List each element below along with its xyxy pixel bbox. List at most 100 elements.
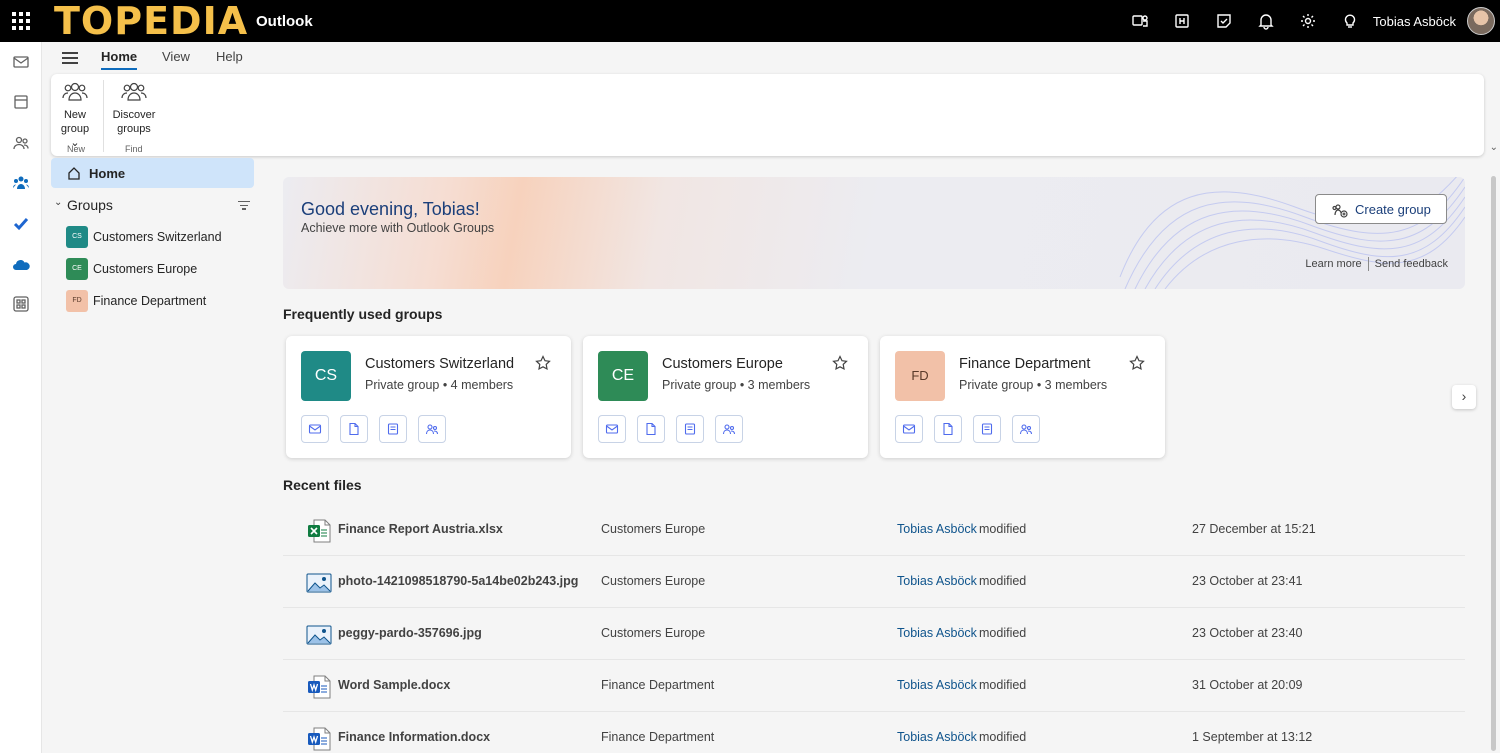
apps-icon[interactable] <box>11 294 31 314</box>
learn-more-link[interactable]: Learn more <box>1305 258 1361 270</box>
create-group-button[interactable]: Create group <box>1315 194 1447 224</box>
discover-groups-button[interactable]: Discover groups <box>111 78 157 136</box>
mail-icon[interactable] <box>301 415 329 443</box>
group-card-finance-department[interactable]: FD Finance Department Private group • 3 … <box>880 336 1165 458</box>
file-row[interactable]: Word Sample.docx Finance Department Tobi… <box>283 660 1465 712</box>
ribbon-group-new: New <box>67 144 86 154</box>
sidebar-item-customers-switzerland[interactable]: CS Customers Switzerland <box>66 226 256 248</box>
notebook-icon[interactable] <box>379 415 407 443</box>
file-modified-by[interactable]: Tobias Asböck <box>897 678 977 692</box>
star-icon[interactable] <box>832 355 848 374</box>
star-icon[interactable] <box>535 355 551 374</box>
groups-header[interactable]: ⌄ Groups <box>52 196 252 216</box>
group-icon <box>120 78 148 106</box>
file-row[interactable]: Finance Report Austria.xlsx Customers Eu… <box>283 504 1465 556</box>
file-row[interactable]: photo-1421098518790-5a14be02b243.jpg Cus… <box>283 556 1465 608</box>
group-name: Customers Switzerland <box>93 230 222 244</box>
group-card-actions <box>598 415 743 443</box>
image-icon <box>306 570 332 596</box>
top-bar: TOPEDIA Outlook Tobias Asböck <box>0 0 1500 42</box>
groups-header-label: Groups <box>67 197 113 213</box>
notebook-icon[interactable] <box>973 415 1001 443</box>
mail-icon[interactable] <box>11 52 31 72</box>
file-row[interactable]: Finance Information.docx Finance Departm… <box>283 712 1465 753</box>
word-icon <box>306 674 332 700</box>
file-date: 23 October at 23:41 <box>1192 574 1303 588</box>
file-modified-by[interactable]: Tobias Asböck <box>897 522 977 536</box>
file-group: Customers Europe <box>601 574 706 588</box>
groups-icon[interactable] <box>11 173 31 193</box>
file-name[interactable]: Word Sample.docx <box>338 678 450 692</box>
nav-item-home[interactable]: Home <box>51 158 254 188</box>
tab-home[interactable]: Home <box>101 49 138 70</box>
notebook-icon[interactable] <box>676 415 704 443</box>
mail-icon[interactable] <box>598 415 626 443</box>
file-group: Customers Europe <box>601 522 706 536</box>
file-name[interactable]: photo-1421098518790-5a14be02b243.jpg <box>338 574 578 588</box>
file-name[interactable]: peggy-pardo-357696.jpg <box>338 626 482 640</box>
mail-icon[interactable] <box>895 415 923 443</box>
scrollbar[interactable] <box>1491 176 1496 751</box>
ribbon-expand-chevron-icon[interactable]: ⌄ <box>1490 142 1498 153</box>
members-icon[interactable] <box>715 415 743 443</box>
hamburger-icon[interactable] <box>62 52 78 64</box>
file-name[interactable]: Finance Report Austria.xlsx <box>338 522 503 536</box>
office-icon[interactable] <box>1172 10 1192 32</box>
create-group-label: Create group <box>1355 202 1431 217</box>
gear-icon[interactable] <box>1298 10 1318 32</box>
group-tile: CS <box>301 351 351 401</box>
people-icon[interactable] <box>11 133 31 153</box>
image-icon <box>306 622 332 648</box>
waffle-icon[interactable] <box>12 12 30 30</box>
group-avatar: CS <box>66 226 88 248</box>
avatar[interactable] <box>1467 7 1495 35</box>
chevron-right-icon[interactable]: › <box>1452 385 1476 409</box>
todo-icon[interactable] <box>11 214 31 234</box>
group-card-name[interactable]: Customers Europe <box>662 356 783 372</box>
tab-help[interactable]: Help <box>216 49 243 64</box>
onedrive-icon[interactable] <box>11 255 31 275</box>
chevron-down-icon[interactable]: ⌄ <box>54 197 62 208</box>
file-row[interactable]: peggy-pardo-357696.jpg Customers Europe … <box>283 608 1465 660</box>
star-icon[interactable] <box>1129 355 1145 374</box>
tab-view[interactable]: View <box>162 49 190 64</box>
sidebar-item-customers-europe[interactable]: CE Customers Europe <box>66 258 256 280</box>
file-modified-by[interactable]: Tobias Asböck <box>897 626 977 640</box>
new-group-button[interactable]: New group ⌄ <box>57 78 93 150</box>
file-icon[interactable] <box>340 415 368 443</box>
calendar-icon[interactable] <box>11 92 31 112</box>
group-card-customers-switzerland[interactable]: CS Customers Switzerland Private group •… <box>286 336 571 458</box>
members-icon[interactable] <box>418 415 446 443</box>
ribbon-separator <box>103 80 104 152</box>
notes-icon[interactable] <box>1214 10 1234 32</box>
file-group: Customers Europe <box>601 626 706 640</box>
sidebar-item-finance-department[interactable]: FD Finance Department <box>66 290 256 312</box>
members-icon[interactable] <box>1012 415 1040 443</box>
ribbon-group-find: Find <box>125 144 143 154</box>
user-name[interactable]: Tobias Asböck <box>1373 14 1456 29</box>
excel-icon <box>306 518 332 544</box>
group-card-customers-europe[interactable]: CE Customers Europe Private group • 3 me… <box>583 336 868 458</box>
file-action: modified <box>979 574 1027 588</box>
greeting-subtitle: Achieve more with Outlook Groups <box>301 221 495 235</box>
file-modified-by[interactable]: Tobias Asböck <box>897 574 977 588</box>
file-modified-by[interactable]: Tobias Asböck <box>897 730 977 744</box>
file-icon[interactable] <box>934 415 962 443</box>
bell-icon[interactable] <box>1256 10 1276 32</box>
file-icon[interactable] <box>637 415 665 443</box>
file-name[interactable]: Finance Information.docx <box>338 730 490 744</box>
file-date: 23 October at 23:40 <box>1192 626 1303 640</box>
group-card-name[interactable]: Finance Department <box>959 356 1090 372</box>
lightbulb-icon[interactable] <box>1340 10 1360 32</box>
group-card-meta: Private group • 3 members <box>959 378 1108 392</box>
group-card-actions <box>895 415 1040 443</box>
nav-home-label: Home <box>89 166 126 181</box>
group-card-meta: Private group • 3 members <box>662 378 811 392</box>
app-rail <box>0 42 42 753</box>
group-card-name[interactable]: Customers Switzerland <box>365 356 514 372</box>
teams-icon[interactable] <box>1130 10 1150 32</box>
send-feedback-link[interactable]: Send feedback <box>1375 258 1448 270</box>
ribbon: New group ⌄ New Discover groups Find <box>51 74 1484 156</box>
app-title[interactable]: Outlook <box>256 13 313 30</box>
filter-icon[interactable] <box>238 201 250 212</box>
